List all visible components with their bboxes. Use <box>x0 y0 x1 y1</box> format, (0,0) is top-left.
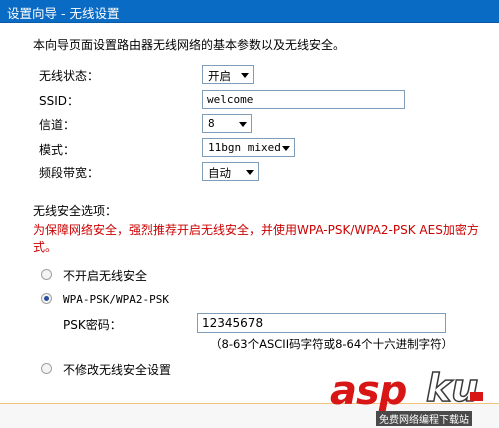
chevron-down-icon <box>241 73 249 78</box>
page-title: 设置向导 - 无线设置 <box>7 6 120 21</box>
ssid-input[interactable] <box>203 91 404 108</box>
mode-value: 11bgn mixed <box>208 141 281 154</box>
psk-password-field[interactable] <box>197 313 446 333</box>
watermark-dot <box>470 392 483 401</box>
security-warning: 为保障网络安全，强烈推荐开启无线安全，并使用WPA-PSK/WPA2-PSK A… <box>33 223 479 254</box>
chevron-down-icon <box>282 146 290 151</box>
mode-label: 模式： <box>39 143 76 157</box>
ssid-label: SSID： <box>39 94 80 108</box>
radio-disable-security[interactable] <box>41 269 52 280</box>
watermark-brand-red: asp <box>330 368 407 414</box>
watermark-logo: asp ku 免费网络编程下载站 <box>330 365 499 428</box>
psk-password-label: PSK密码： <box>63 318 122 332</box>
psk-hint: （8-63个ASCII码字符或8-64个十六进制字符） <box>210 337 454 351</box>
title-bar: 设置向导 - 无线设置 <box>0 0 499 23</box>
option-wpa-label: WPA-PSK/WPA2-PSK <box>63 293 169 306</box>
channel-select[interactable]: 8 <box>202 114 252 133</box>
radio-keep-security[interactable] <box>41 363 52 374</box>
option-keep-label: 不修改无线安全设置 <box>63 363 172 377</box>
radio-wpa-psk[interactable] <box>41 293 52 304</box>
wireless-status-label: 无线状态： <box>39 69 100 83</box>
ssid-field[interactable] <box>202 90 405 109</box>
chevron-down-icon <box>239 122 247 127</box>
bandwidth-value: 自动 <box>208 166 231 180</box>
bandwidth-select[interactable]: 自动 <box>202 162 259 181</box>
wireless-status-select[interactable]: 开启 <box>202 65 254 84</box>
chevron-down-icon <box>246 170 254 175</box>
watermark-subtitle: 免费网络编程下载站 <box>376 411 472 426</box>
wireless-status-value: 开启 <box>208 69 231 83</box>
watermark-brand-outline: ku <box>425 365 479 411</box>
intro-text: 本向导页面设置路由器无线网络的基本参数以及无线安全。 <box>33 38 346 52</box>
psk-password-input[interactable] <box>198 314 445 332</box>
bandwidth-label: 频段带宽： <box>39 166 100 180</box>
option-disable-label: 不开启无线安全 <box>63 269 148 283</box>
security-section-label: 无线安全选项： <box>33 204 118 218</box>
mode-select[interactable]: 11bgn mixed <box>202 138 295 157</box>
channel-value: 8 <box>208 117 215 130</box>
channel-label: 信道： <box>39 118 76 132</box>
